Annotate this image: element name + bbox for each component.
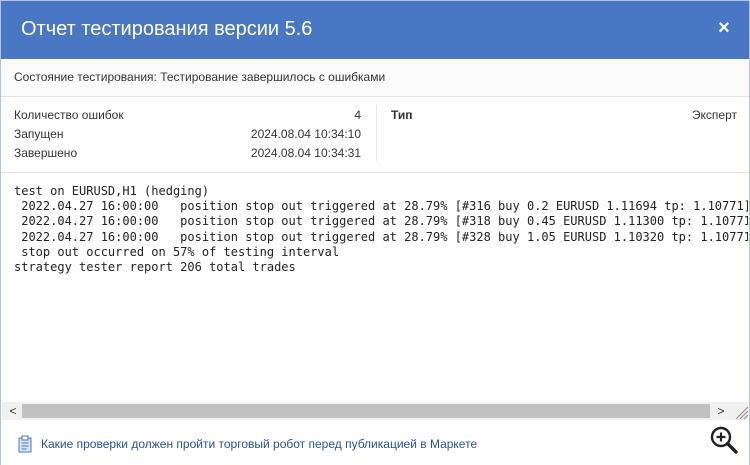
log-line: strategy tester report 206 total trades [14, 260, 296, 275]
finished-label: Завершено [14, 146, 78, 160]
zoom-in-icon[interactable] [709, 425, 739, 455]
scroll-left-icon[interactable]: < [4, 402, 22, 420]
started-value: 2024.08.04 10:34:10 [250, 127, 361, 141]
resize-grip-icon[interactable] [731, 402, 749, 420]
dialog-title: Отчет тестирования версии 5.6 [21, 18, 313, 40]
footer: Какие проверки должен пройти торговый ро… [1, 421, 749, 465]
scroll-right-icon[interactable]: > [712, 402, 730, 420]
log-line: stop out occurred on 57% of testing inte… [14, 244, 340, 259]
log-output[interactable]: test on EURUSD,H1 (hedging) 2022.04.27 1… [2, 173, 748, 403]
errors-count-value: 4 [354, 108, 361, 122]
scrollbar-thumb[interactable] [22, 404, 710, 418]
errors-count-label: Количество ошибок [14, 108, 124, 122]
horizontal-scrollbar[interactable]: < > [2, 402, 748, 420]
status-row: Состояние тестирования: Тестирование зав… [1, 59, 749, 97]
log-line: test on EURUSD,H1 (hedging) [14, 184, 210, 198]
log-text: test on EURUSD,H1 (hedging) 2022.04.27 1… [14, 184, 748, 275]
type-value: Эксперт [691, 108, 737, 122]
status-text: Состояние тестирования: Тестирование зав… [14, 70, 386, 84]
started-label: Запущен [14, 127, 64, 141]
document-icon [18, 435, 32, 453]
info-panel: Количество ошибок 4 Запущен 2024.08.04 1… [1, 97, 749, 173]
log-line: 2022.04.27 16:00:00 position stop out tr… [14, 214, 748, 229]
column-divider [376, 105, 377, 161]
log-line: 2022.04.27 16:00:00 position stop out tr… [14, 199, 748, 214]
test-report-dialog: Отчет тестирования версии 5.6 × Состояни… [0, 0, 750, 465]
type-label: Тип [391, 108, 413, 122]
log-line: 2022.04.27 16:00:00 position stop out tr… [14, 229, 748, 244]
close-icon[interactable]: × [713, 15, 735, 41]
title-bar: Отчет тестирования версии 5.6 × [1, 1, 749, 59]
publication-checks-link[interactable]: Какие проверки должен пройти торговый ро… [41, 437, 477, 451]
finished-value: 2024.08.04 10:34:31 [250, 146, 361, 160]
